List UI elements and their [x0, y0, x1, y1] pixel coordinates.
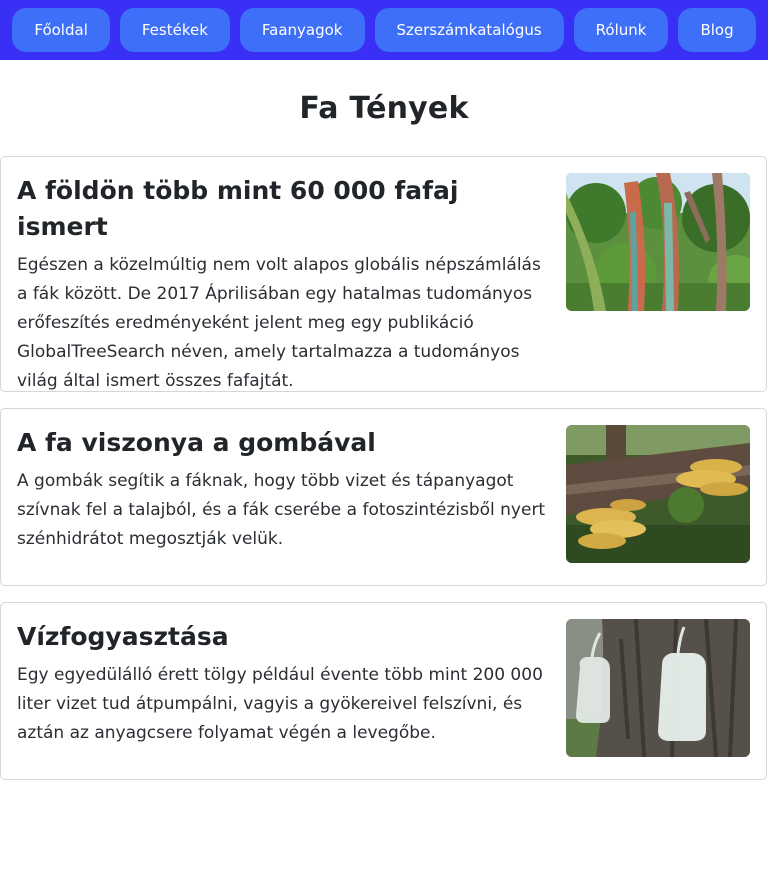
- sap-jugs-image: [566, 619, 750, 757]
- nav-paints-button[interactable]: Festékek: [119, 8, 230, 52]
- fact-card-fungus: A fa viszonya a gombával A gombák segíti…: [0, 408, 767, 586]
- nav-woods-button[interactable]: Faanyagok: [239, 8, 365, 52]
- card-title: A földön több mint 60 000 fafaj ismert: [17, 176, 459, 241]
- card-title: Vízfogyasztása: [17, 622, 229, 651]
- nav-blog-button[interactable]: Blog: [678, 8, 756, 52]
- card-title: A fa viszonya a gombával: [17, 428, 376, 457]
- top-navbar: Főoldal Festékek Faanyagok Szerszámkatal…: [0, 0, 768, 60]
- bracket-fungus-photo: [566, 425, 750, 563]
- nav-home-button[interactable]: Főoldal: [12, 8, 110, 52]
- card-text: Egy egyedülálló érett tölgy például éven…: [17, 665, 543, 743]
- fact-card-species: A földön több mint 60 000 fafaj ismert E…: [0, 156, 767, 392]
- rainbow-eucalyptus-image: [566, 173, 750, 311]
- sap-jugs-on-tree-photo: [566, 619, 750, 757]
- nav-about-button[interactable]: Rólunk: [573, 8, 669, 52]
- page-title: Fa Tények: [299, 90, 469, 126]
- rainbow-eucalyptus-photo: [566, 173, 750, 311]
- card-text: Egészen a közelmúltig nem volt alapos gl…: [17, 255, 541, 391]
- card-text: A gombák segítik a fáknak, hogy több viz…: [17, 471, 546, 549]
- nav-tool-catalog-button[interactable]: Szerszámkatalógus: [374, 8, 564, 52]
- fact-card-water: Vízfogyasztása Egy egyedülálló érett töl…: [0, 602, 767, 780]
- bracket-fungus-image: [566, 425, 750, 563]
